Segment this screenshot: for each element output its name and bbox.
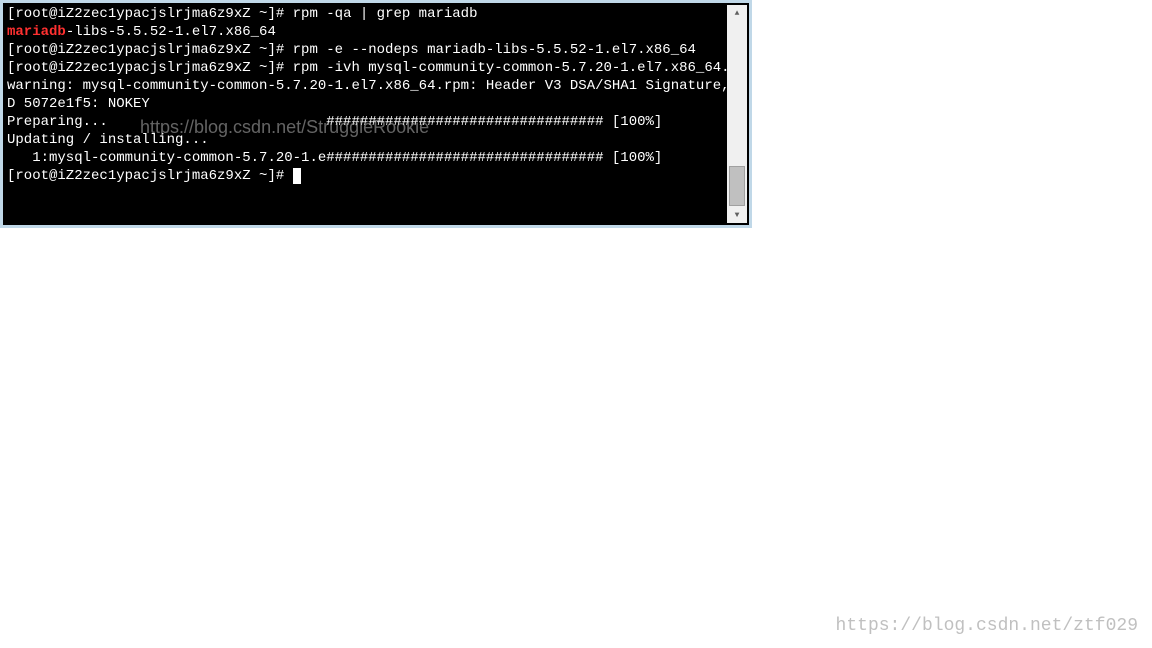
cursor-icon: [293, 168, 301, 184]
terminal-line: [root@iZ2zec1ypacjslrjma6z9xZ ~]# rpm -e…: [7, 41, 723, 59]
terminal-line: Preparing... ###########################…: [7, 113, 723, 131]
terminal-line: 1:mysql-community-common-5.7.20-1.e#####…: [7, 149, 723, 167]
terminal-window: [root@iZ2zec1ypacjslrjma6z9xZ ~]# rpm -q…: [0, 0, 752, 228]
scrollbar-arrow-up-icon[interactable]: ▲: [727, 5, 747, 21]
terminal-scrollbar[interactable]: ▲ ▼: [727, 5, 747, 223]
watermark-bottom: https://blog.csdn.net/ztf029: [836, 616, 1138, 636]
prompt-text: [root@iZ2zec1ypacjslrjma6z9xZ ~]#: [7, 6, 293, 22]
output-text: -libs-5.5.52-1.el7.x86_64: [66, 24, 276, 40]
prompt-text: [root@iZ2zec1ypacjslrjma6z9xZ ~]#: [7, 168, 293, 184]
terminal-line: mariadb-libs-5.5.52-1.el7.x86_64: [7, 23, 723, 41]
terminal-line: Updating / installing...: [7, 131, 723, 149]
terminal-line: warning: mysql-community-common-5.7.20-1…: [7, 77, 723, 113]
command-text: rpm -qa | grep mariadb: [293, 6, 478, 22]
scrollbar-track[interactable]: [727, 21, 747, 207]
grep-match-highlight: mariadb: [7, 24, 66, 40]
terminal-line: [root@iZ2zec1ypacjslrjma6z9xZ ~]# rpm -i…: [7, 59, 723, 77]
scrollbar-thumb[interactable]: [729, 166, 745, 206]
terminal-line: [root@iZ2zec1ypacjslrjma6z9xZ ~]# rpm -q…: [7, 5, 723, 23]
terminal-output[interactable]: [root@iZ2zec1ypacjslrjma6z9xZ ~]# rpm -q…: [3, 3, 727, 221]
scrollbar-arrow-down-icon[interactable]: ▼: [727, 207, 747, 223]
terminal-line: [root@iZ2zec1ypacjslrjma6z9xZ ~]#: [7, 167, 723, 185]
